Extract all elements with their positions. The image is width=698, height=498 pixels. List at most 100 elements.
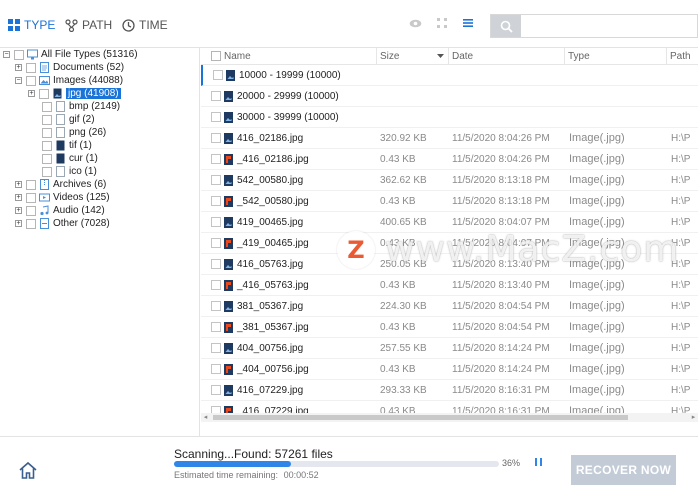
grid-view-icon[interactable] [436,17,448,29]
tree-item-jpg[interactable]: + jpg (41908) [28,87,121,100]
expand-toggle[interactable]: + [15,207,22,214]
expand-toggle[interactable]: + [15,220,22,227]
tree-item-audio[interactable]: + Audio (142) [15,204,105,217]
tree-item-videos[interactable]: + Videos (125) [15,191,110,204]
scroll-right-icon[interactable]: ▸ [689,413,698,422]
table-row[interactable]: 542_00580.jpg 362.62 KB 11/5/2020 8:13:18 … [201,170,698,191]
row-checkbox[interactable] [213,70,223,80]
table-row[interactable]: 30000 - 39999 (10000) [201,107,698,128]
row-checkbox[interactable] [211,343,221,353]
checkbox[interactable] [26,179,36,190]
collapse-toggle[interactable]: − [3,51,10,58]
tree-item-bmp[interactable]: bmp (2149) [42,100,120,113]
table-row[interactable]: 381_05367.jpg 224.30 KB 11/5/2020 8:04:54 … [201,296,698,317]
tree-item-label: Archives (6) [53,179,107,190]
row-checkbox[interactable] [211,175,221,185]
search-input[interactable] [523,17,693,35]
checkbox[interactable] [14,49,24,60]
list-view-icon[interactable] [462,17,474,29]
tree-item-png[interactable]: png (26) [42,126,106,139]
checkbox[interactable] [26,75,36,86]
checkbox[interactable] [42,140,52,151]
tree-item-archives[interactable]: + Archives (6) [15,178,106,191]
row-checkbox[interactable] [211,91,221,101]
checkbox[interactable] [39,88,49,99]
table-row[interactable]: _404_00756.jpg 0.43 KB 11/5/2020 8:14:24 P… [201,359,698,380]
checkbox[interactable] [42,153,52,164]
column-size[interactable]: Size [380,51,399,62]
tree-item-images[interactable]: − Images (44088) [15,74,123,87]
checkbox[interactable] [42,127,52,138]
tree-item-tif[interactable]: tif (1) [42,139,92,152]
row-checkbox[interactable] [211,301,221,311]
checkbox[interactable] [42,101,52,112]
tab-type[interactable]: TYPE [8,16,55,34]
checkbox[interactable] [42,114,52,125]
select-all-checkbox[interactable] [211,51,221,61]
row-checkbox[interactable] [211,238,221,248]
column-name[interactable]: Name [224,51,251,62]
row-checkbox[interactable] [211,196,221,206]
horizontal-scrollbar[interactable]: ◂ ▸ [201,413,698,422]
jpg-file-icon [224,133,233,144]
table-row[interactable]: 20000 - 29999 (10000) [201,86,698,107]
table-row[interactable]: _542_00580.jpg 0.43 KB 11/5/2020 8:13:18 P… [201,191,698,212]
checkbox[interactable] [26,218,36,229]
tree-item-other[interactable]: + Other (7028) [15,217,110,230]
table-row[interactable]: 416_02186.jpg 320.92 KB 11/5/2020 8:04:26 … [201,128,698,149]
file-type: Image(.jpg) [569,300,625,312]
status-bar: Scanning...Found: 57261 files 36% Estima… [0,436,698,498]
row-checkbox[interactable] [211,217,221,227]
row-checkbox[interactable] [211,154,221,164]
checkbox[interactable] [26,205,36,216]
expand-toggle[interactable]: + [15,64,22,71]
row-checkbox[interactable] [211,364,221,374]
row-checkbox[interactable] [211,280,221,290]
file-date: 11/5/2020 8:04:54 PM [452,322,550,333]
column-type[interactable]: Type [568,51,590,62]
table-row[interactable]: 10000 - 19999 (10000) [201,65,698,86]
file-type: Image(.jpg) [569,363,625,375]
file-type: Image(.jpg) [569,384,625,396]
row-checkbox[interactable] [211,322,221,332]
file-path: H:\P [671,196,691,207]
checkbox[interactable] [26,192,36,203]
tree-item-documents[interactable]: + Documents (52) [15,61,124,74]
row-checkbox[interactable] [211,133,221,143]
search-button[interactable] [491,15,521,37]
scroll-thumb[interactable] [213,415,628,420]
column-path[interactable]: Path [670,51,691,62]
home-icon[interactable] [18,461,38,480]
table-row[interactable]: 404_00756.jpg 257.55 KB 11/5/2020 8:14:24 … [201,338,698,359]
row-checkbox[interactable] [211,385,221,395]
expand-toggle[interactable]: + [15,194,22,201]
tab-time[interactable]: TIME [122,16,168,34]
file-name: 30000 - 39999 (10000) [237,112,339,123]
tree-item-all-file-types[interactable]: − All File Types (51316) [3,48,138,61]
table-row[interactable]: _416_05763.jpg 0.43 KB 11/5/2020 8:13:40 P… [201,275,698,296]
preview-eye-icon[interactable] [409,17,422,30]
tab-path[interactable]: PATH [65,16,112,34]
tree-item-cur[interactable]: cur (1) [42,152,98,165]
expand-toggle[interactable]: + [15,181,22,188]
row-checkbox[interactable] [211,112,221,122]
table-row[interactable]: _381_05367.jpg 0.43 KB 11/5/2020 8:04:54 P… [201,317,698,338]
checkbox[interactable] [42,166,52,177]
table-row[interactable]: _416_02186.jpg 0.43 KB 11/5/2020 8:04:26 P… [201,149,698,170]
file-name: 419_00465.jpg [237,217,304,228]
column-date[interactable]: Date [452,51,473,62]
jpg-damaged-icon [224,280,233,291]
sort-desc-icon[interactable] [437,54,444,58]
tree-item-gif[interactable]: gif (2) [42,113,95,126]
expand-toggle[interactable]: + [28,90,35,97]
scroll-left-icon[interactable]: ◂ [201,413,210,422]
file-icon [56,140,65,151]
file-type: Image(.jpg) [569,216,625,228]
row-checkbox[interactable] [211,259,221,269]
pause-button[interactable] [532,458,544,470]
table-row[interactable]: 416_07229.jpg 293.33 KB 11/5/2020 8:16:31 … [201,380,698,401]
checkbox[interactable] [26,62,36,73]
tree-item-ico[interactable]: ico (1) [42,165,97,178]
collapse-toggle[interactable]: − [15,77,22,84]
recover-now-button[interactable]: RECOVER NOW [571,455,676,485]
